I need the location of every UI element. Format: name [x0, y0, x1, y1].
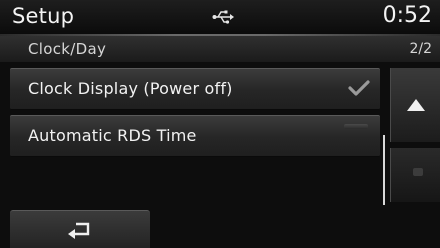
back-button[interactable]: [10, 210, 150, 248]
list-item-clock-display[interactable]: Clock Display (Power off): [10, 68, 380, 110]
page-title: Setup: [12, 4, 75, 28]
check-icon: [348, 79, 370, 97]
page-indicator: 2/2: [409, 41, 432, 57]
list-item-automatic-rds-time[interactable]: Automatic RDS Time: [10, 115, 380, 157]
settings-list: Clock Display (Power off) Automatic RDS …: [10, 68, 380, 162]
clock-time: 0:52: [382, 3, 432, 28]
triangle-down-icon: [413, 168, 423, 176]
usb-icon: [212, 9, 234, 24]
scroll-down-button[interactable]: [390, 148, 440, 202]
status-bar: Setup 0:52: [0, 0, 440, 34]
scroll-up-button[interactable]: [390, 68, 440, 142]
list-item-label: Clock Display (Power off): [28, 79, 233, 98]
breadcrumb: Clock/Day: [28, 40, 107, 58]
return-arrow-icon: [66, 220, 94, 240]
infotainment-screen: Setup 0:52 Clock/Day 2/2 Clock Display (…: [0, 0, 440, 248]
off-indicator-icon: [344, 124, 368, 129]
triangle-up-icon: [407, 96, 425, 115]
list-item-label: Automatic RDS Time: [28, 126, 197, 145]
scrollbar-track: [383, 135, 385, 205]
sub-header: Clock/Day 2/2: [0, 36, 440, 62]
